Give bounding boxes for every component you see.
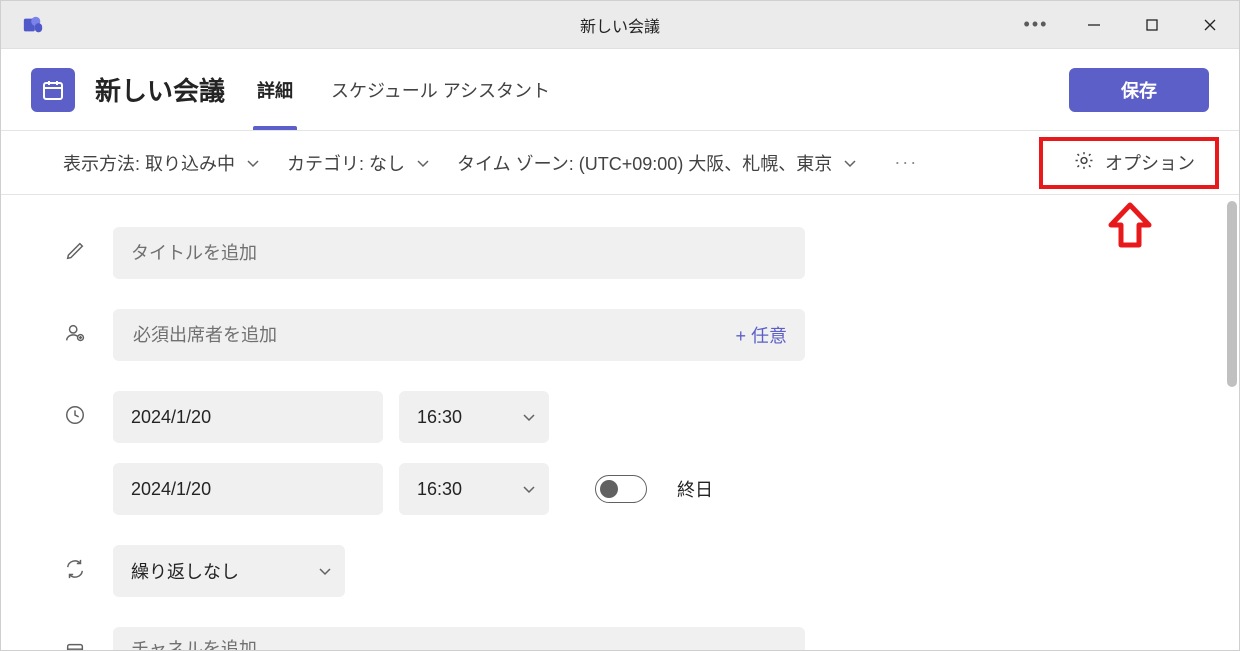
recurrence-value: 繰り返しなし bbox=[131, 558, 239, 584]
end-date-input[interactable] bbox=[113, 463, 383, 515]
row-channel bbox=[1, 627, 1239, 650]
person-add-icon bbox=[61, 319, 89, 347]
tab-scheduling-assistant[interactable]: スケジュール アシスタント bbox=[327, 49, 554, 130]
app-icon bbox=[21, 13, 45, 37]
row-datetime: 16:30 16:30 終日 bbox=[1, 391, 1239, 515]
clock-icon bbox=[61, 401, 89, 429]
row-title bbox=[1, 227, 1239, 279]
attendee-input-wrap[interactable]: + 任意 bbox=[113, 309, 805, 361]
tabs: 詳細 スケジュール アシスタント bbox=[253, 49, 584, 130]
end-datetime: 16:30 終日 bbox=[113, 463, 713, 515]
tab-details[interactable]: 詳細 bbox=[253, 49, 297, 130]
end-time-value: 16:30 bbox=[417, 479, 462, 500]
chevron-down-icon bbox=[245, 155, 261, 171]
start-time-value: 16:30 bbox=[417, 407, 462, 428]
options-button[interactable]: オプション bbox=[1059, 141, 1209, 184]
show-as-label: 表示方法: 取り込み中 bbox=[63, 150, 235, 176]
channel-input[interactable] bbox=[113, 627, 805, 650]
pencil-icon bbox=[61, 237, 89, 265]
start-date-input[interactable] bbox=[113, 391, 383, 443]
window-controls: ••• bbox=[1007, 1, 1239, 48]
recurrence-dropdown[interactable]: 繰り返しなし bbox=[113, 545, 345, 597]
chevron-down-icon bbox=[521, 409, 537, 425]
end-time-dropdown[interactable]: 16:30 bbox=[399, 463, 549, 515]
chevron-down-icon bbox=[415, 155, 431, 171]
timezone-dropdown[interactable]: タイム ゾーン: (UTC+09:00) 大阪、札幌、東京 bbox=[457, 150, 858, 176]
gear-icon bbox=[1073, 149, 1095, 176]
optional-attendee-link[interactable]: + 任意 bbox=[735, 322, 787, 348]
channel-icon bbox=[61, 637, 89, 650]
attendee-input[interactable] bbox=[131, 324, 735, 347]
allday-label: 終日 bbox=[677, 476, 713, 502]
header: 新しい会議 詳細 スケジュール アシスタント 保存 bbox=[1, 49, 1239, 131]
toolbar: 表示方法: 取り込み中 カテゴリ: なし タイム ゾーン: (UTC+09:00… bbox=[1, 131, 1239, 195]
allday-toggle[interactable] bbox=[595, 475, 647, 503]
chevron-down-icon bbox=[317, 563, 333, 579]
show-as-dropdown[interactable]: 表示方法: 取り込み中 bbox=[63, 150, 261, 176]
category-label: カテゴリ: なし bbox=[287, 150, 405, 176]
calendar-icon bbox=[31, 68, 75, 112]
row-recurrence: 繰り返しなし bbox=[1, 545, 1239, 597]
row-attendees: + 任意 bbox=[1, 309, 1239, 361]
maximize-button[interactable] bbox=[1123, 1, 1181, 48]
title-input[interactable] bbox=[113, 227, 805, 279]
close-button[interactable] bbox=[1181, 1, 1239, 48]
options-label: オプション bbox=[1105, 150, 1195, 176]
form: + 任意 16:30 16:30 bbox=[1, 197, 1239, 650]
start-datetime: 16:30 bbox=[113, 391, 713, 443]
toolbar-overflow[interactable]: ··· bbox=[894, 152, 918, 173]
title-bar: 新しい会議 ••• bbox=[1, 1, 1239, 49]
more-icon[interactable]: ••• bbox=[1007, 1, 1065, 48]
save-button[interactable]: 保存 bbox=[1069, 68, 1209, 112]
category-dropdown[interactable]: カテゴリ: なし bbox=[287, 150, 431, 176]
repeat-icon bbox=[61, 555, 89, 583]
minimize-button[interactable] bbox=[1065, 1, 1123, 48]
timezone-label: タイム ゾーン: (UTC+09:00) 大阪、札幌、東京 bbox=[457, 150, 832, 176]
chevron-down-icon bbox=[842, 155, 858, 171]
page-title: 新しい会議 bbox=[95, 71, 225, 108]
start-time-dropdown[interactable]: 16:30 bbox=[399, 391, 549, 443]
chevron-down-icon bbox=[521, 481, 537, 497]
